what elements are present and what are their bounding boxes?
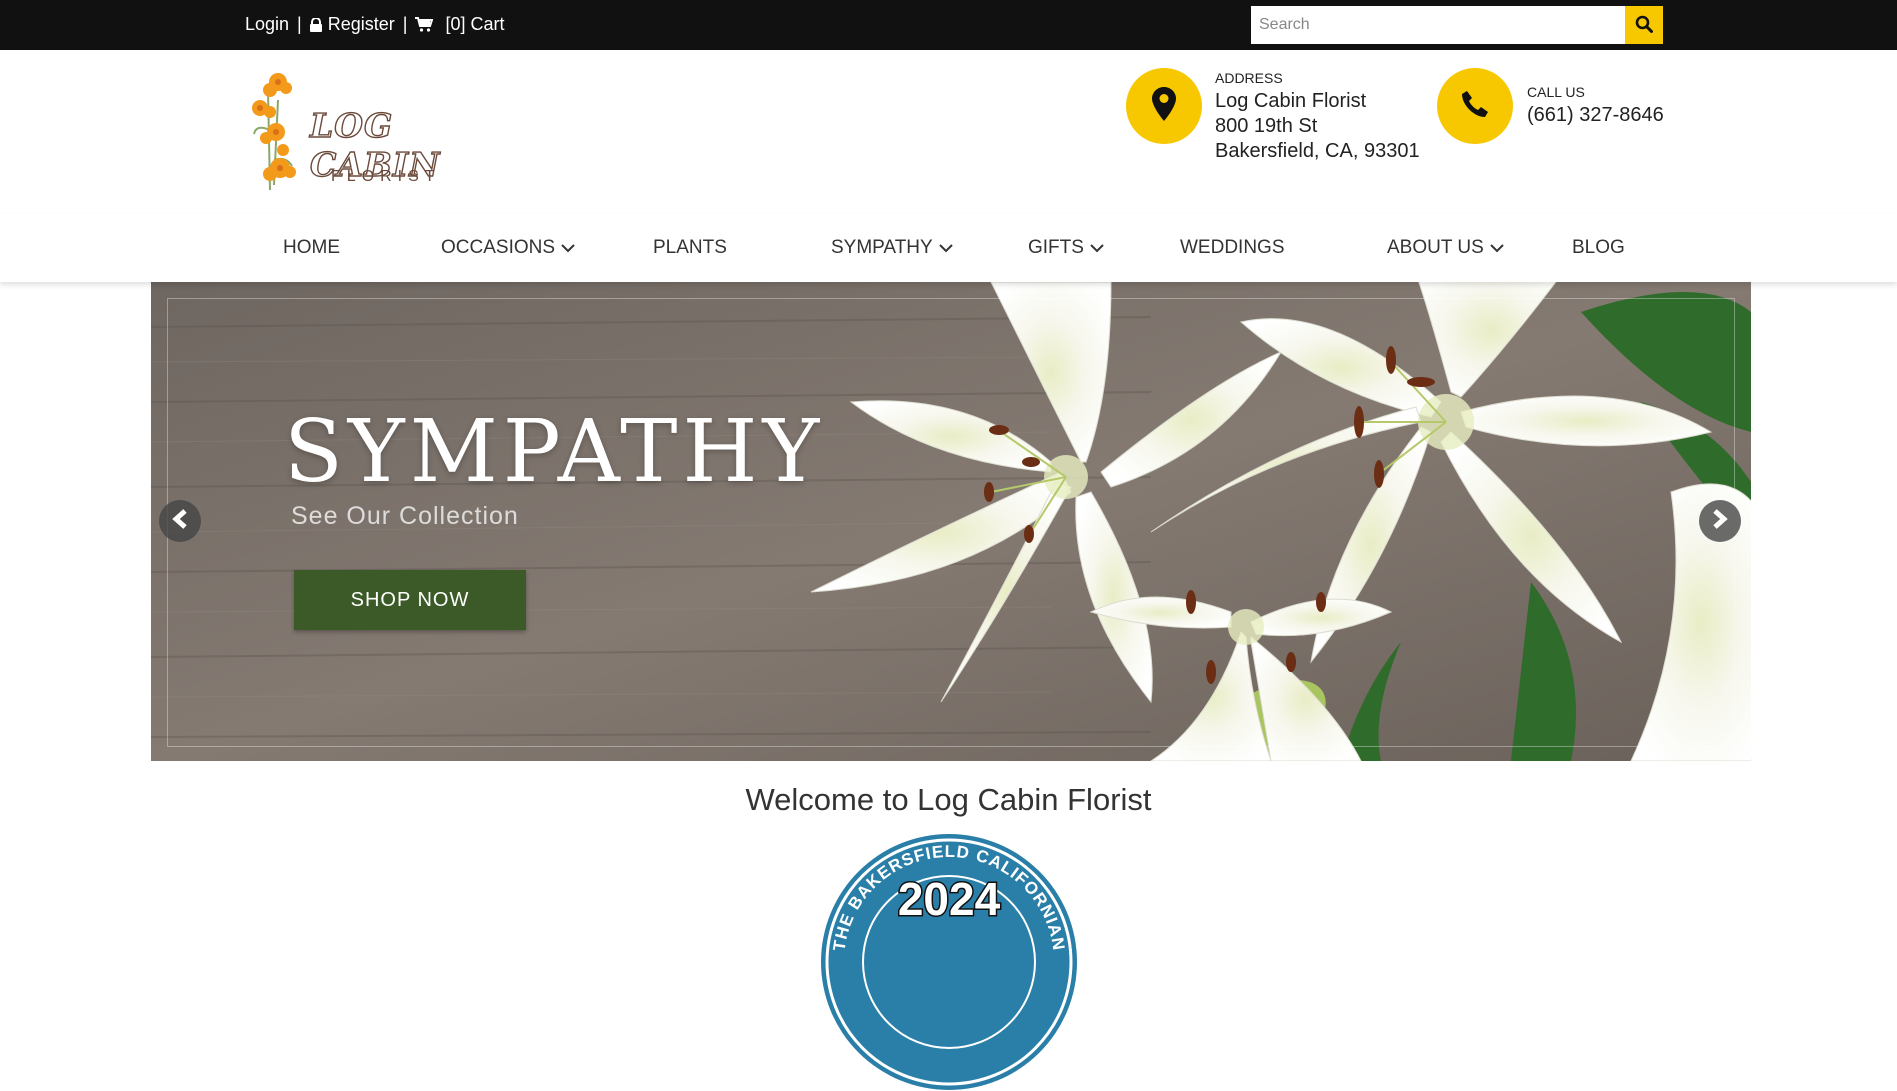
nav-item-plants[interactable]: PLANTS xyxy=(653,237,727,259)
address-label: ADDRESS xyxy=(1215,70,1283,86)
logo-flowers-graphic xyxy=(252,73,296,191)
welcome-heading: Welcome to Log Cabin Florist xyxy=(745,782,1152,817)
nav-item-sympathy[interactable]: SYMPATHY xyxy=(831,237,953,259)
cart-icon xyxy=(415,17,434,32)
nav-item-label: PLANTS xyxy=(653,237,727,258)
phone-label: CALL US xyxy=(1527,84,1585,100)
chevron-down-icon xyxy=(561,237,575,259)
address-block: ADDRESS Log Cabin Florist 800 19th St Ba… xyxy=(1215,70,1420,164)
search-icon xyxy=(1635,15,1653,36)
nav-item-about-us[interactable]: ABOUT US xyxy=(1387,237,1504,259)
badge-year: 2024 xyxy=(898,873,1001,925)
nav-item-label: SYMPATHY xyxy=(831,237,933,258)
nav-item-label: ABOUT US xyxy=(1387,237,1484,258)
chevron-down-icon xyxy=(1490,237,1504,259)
nav-item-blog[interactable]: BLOG xyxy=(1572,237,1625,259)
top-bar: Login | Register | [0] Cart xyxy=(0,0,1897,50)
nav-item-label: OCCASIONS xyxy=(441,237,556,258)
logo-subtitle: FLORIST xyxy=(331,168,441,185)
site-header: LOG CABIN FLORIST ADDRESS Log Cabin Flor… xyxy=(0,50,1897,215)
nav-item-weddings[interactable]: WEDDINGS xyxy=(1180,237,1285,259)
slider-prev-button[interactable] xyxy=(159,500,201,542)
nav-item-label: GIFTS xyxy=(1028,237,1084,258)
chevron-down-icon xyxy=(1090,237,1104,259)
nav-item-label: BLOG xyxy=(1572,237,1625,258)
address-icon-circle xyxy=(1126,68,1202,144)
login-link[interactable]: Login xyxy=(245,14,289,35)
nav-item-gifts[interactable]: GIFTS xyxy=(1028,237,1104,259)
chevron-right-icon xyxy=(1712,508,1728,534)
nav-item-label: WEDDINGS xyxy=(1180,237,1285,258)
chevron-left-icon xyxy=(172,508,188,534)
shop-now-button[interactable]: SHOP NOW xyxy=(294,570,526,630)
chevron-down-icon xyxy=(938,237,953,259)
nav-item-label: HOME xyxy=(283,237,340,258)
lock-icon xyxy=(309,17,322,32)
main-nav: HOME OCCASIONS PLANTS SYMPATHY GIFTS WED… xyxy=(0,214,1897,282)
address-line: Bakersfield, CA, 93301 xyxy=(1215,140,1420,162)
map-pin-icon xyxy=(1152,86,1176,126)
search-input[interactable] xyxy=(1251,6,1663,44)
hero-subtitle: See Our Collection xyxy=(291,502,519,530)
phone-block: CALL US (661) 327-8646 xyxy=(1527,84,1664,128)
hero-title: SYMPATHY xyxy=(284,402,825,502)
address-line: 800 19th St xyxy=(1215,115,1318,137)
phone-number[interactable]: (661) 327-8646 xyxy=(1527,103,1664,128)
separator: | xyxy=(297,14,302,34)
nav-item-home[interactable]: HOME xyxy=(283,237,340,259)
search-button[interactable] xyxy=(1625,6,1663,44)
phone-icon xyxy=(1460,89,1490,124)
hero-slider: SYMPATHY See Our Collection SHOP NOW xyxy=(151,282,1751,761)
separator: | xyxy=(402,14,408,34)
site-logo[interactable]: LOG CABIN FLORIST xyxy=(248,70,478,195)
nav-item-occasions[interactable]: OCCASIONS xyxy=(441,237,575,259)
slider-next-button[interactable] xyxy=(1699,500,1741,542)
register-link[interactable]: Register xyxy=(328,14,395,35)
phone-icon-circle xyxy=(1437,68,1513,144)
award-badge: THE BAKERSFIELD CALIFORNIAN 2024 xyxy=(821,834,1077,1090)
address-line: Log Cabin Florist xyxy=(1215,90,1367,112)
account-links: Login | Register | [0] Cart xyxy=(245,14,504,35)
cart-link[interactable]: [0] Cart xyxy=(445,14,504,35)
